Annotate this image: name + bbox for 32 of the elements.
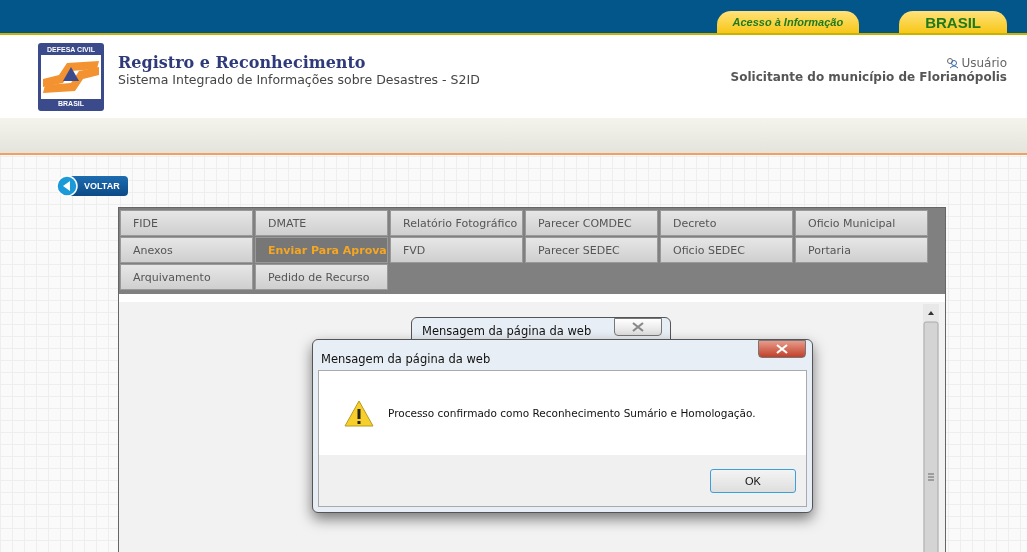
tab[interactable]: Decreto xyxy=(660,210,793,236)
dialog-title: Mensagem da página da web xyxy=(422,324,592,338)
logo-emblem-icon xyxy=(41,54,101,99)
user-role: Solicitante do município de Florianópolis xyxy=(730,69,1007,84)
app-subtitle: Sistema Integrado de Informações sobre Desastres - S2ID xyxy=(118,71,481,87)
users-icon xyxy=(946,56,959,69)
brasil-link[interactable]: BRASIL xyxy=(899,11,1007,33)
tab[interactable]: DMATE xyxy=(255,210,388,236)
access-link[interactable]: Acesso à Informação xyxy=(716,11,860,33)
dialog-title: Mensagem da página da web xyxy=(321,352,491,366)
tab[interactable]: FVD xyxy=(390,237,523,263)
close-icon xyxy=(632,322,644,332)
warning-icon xyxy=(344,399,374,427)
close-button[interactable] xyxy=(758,340,806,358)
close-icon xyxy=(776,344,788,354)
ok-button[interactable]: OK xyxy=(710,468,796,493)
close-button[interactable] xyxy=(614,318,662,336)
tab[interactable]: Oficio Municipal xyxy=(795,210,928,236)
tab[interactable]: Pedido de Recurso xyxy=(255,264,388,290)
tab[interactable]: Relatório Fotográfico xyxy=(390,210,523,236)
tab[interactable]: FIDE xyxy=(120,210,253,236)
back-button[interactable]: VOLTAR xyxy=(57,176,128,196)
tab[interactable]: Arquivamento xyxy=(120,264,253,290)
user-link[interactable]: Usuário xyxy=(946,55,1007,70)
tab[interactable]: Oficio SEDEC xyxy=(660,237,793,263)
tab[interactable]: Anexos xyxy=(120,237,253,263)
tab[interactable]: Parecer SEDEC xyxy=(525,237,658,263)
tab[interactable]: Parecer COMDEC xyxy=(525,210,658,236)
dialog-message: Processo confirmado como Reconhecimento Sumário e Homologação. xyxy=(388,407,756,419)
scrollbar[interactable] xyxy=(923,304,939,552)
app-title: Registro e Reconhecimento xyxy=(118,52,367,72)
tab[interactable]: Portaria xyxy=(795,237,928,263)
